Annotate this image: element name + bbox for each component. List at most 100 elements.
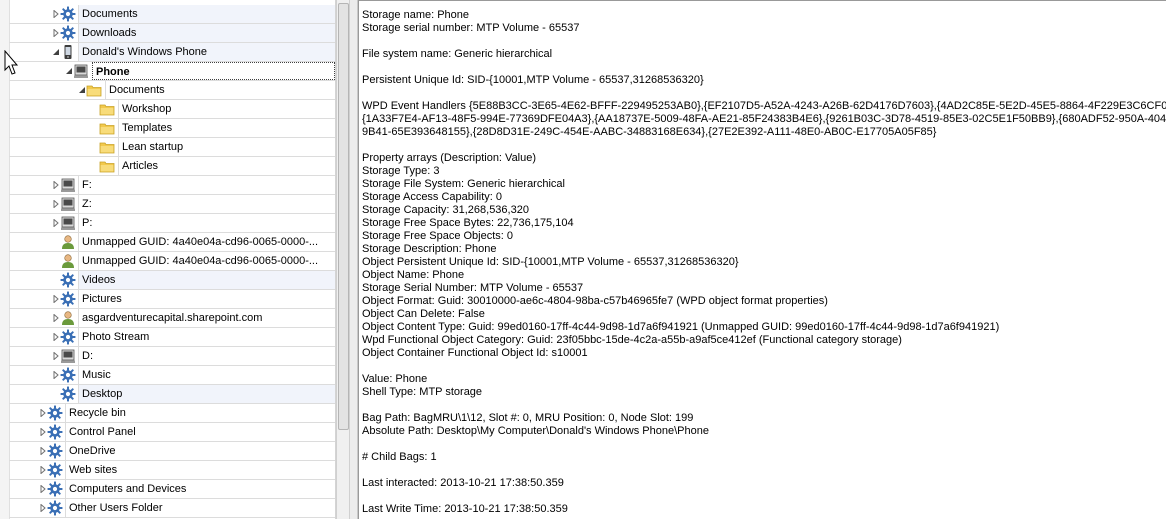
details-line bbox=[362, 87, 1166, 100]
details-line bbox=[362, 438, 1166, 451]
details-line: Storage Free Space Bytes: 22,736,175,104 bbox=[362, 217, 574, 229]
details-line: Object Container Functional Object Id: s… bbox=[362, 347, 588, 359]
tree-node-label: Pictures bbox=[78, 290, 335, 308]
tree-node-lean-startup[interactable]: Lean startup bbox=[9, 138, 335, 157]
tree-node-onedrive[interactable]: OneDrive bbox=[9, 442, 335, 461]
tree-node-computers-and-devices[interactable]: Computers and Devices bbox=[9, 480, 335, 499]
details-line: Storage Description: Phone bbox=[362, 243, 497, 255]
expand-arrow-icon[interactable] bbox=[39, 466, 47, 474]
tree-node-label: Lean startup bbox=[118, 138, 335, 156]
tree-node-asgardventurecapital-sharepoint-com[interactable]: asgardventurecapital.sharepoint.com bbox=[9, 309, 335, 328]
gear-icon bbox=[47, 405, 63, 421]
gear-icon bbox=[47, 424, 63, 440]
gear-icon bbox=[47, 500, 63, 516]
expand-arrow-icon[interactable] bbox=[52, 10, 60, 18]
tree-node-pictures[interactable]: Pictures bbox=[9, 290, 335, 309]
tree-node-documents[interactable]: Documents bbox=[9, 81, 335, 100]
tree-node-label: Photo Stream bbox=[78, 328, 335, 346]
gear-icon bbox=[60, 386, 76, 402]
details-line: Object Format: Guid: 30010000-ae6c-4804-… bbox=[362, 295, 828, 307]
user-icon bbox=[60, 253, 76, 269]
tree-node-label: Other Users Folder bbox=[65, 499, 335, 517]
expand-arrow-icon[interactable] bbox=[39, 409, 47, 417]
details-line: Storage serial number: MTP Volume - 6553… bbox=[362, 22, 580, 34]
drive-icon bbox=[60, 215, 76, 231]
tree-pane[interactable]: Documents Downloads Donald's Windows Phone… bbox=[0, 0, 336, 519]
tree-node-label: Music bbox=[78, 366, 335, 384]
tree-node-control-panel[interactable]: Control Panel bbox=[9, 423, 335, 442]
tree-node-label: Unmapped GUID: 4a40e04a-cd96-0065-0000-.… bbox=[78, 233, 335, 251]
expand-arrow-icon[interactable] bbox=[52, 295, 60, 303]
pane-splitter[interactable] bbox=[349, 0, 358, 519]
tree-node-unmapped-guid-4a40e04a-cd96-0065-0000[interactable]: Unmapped GUID: 4a40e04a-cd96-0065-0000-.… bbox=[9, 233, 335, 252]
expand-arrow-icon[interactable] bbox=[39, 428, 47, 436]
collapse-arrow-icon[interactable] bbox=[78, 86, 86, 94]
tree-node-other-users-folder[interactable]: Other Users Folder bbox=[9, 499, 335, 518]
tree-node-p[interactable]: P: bbox=[9, 214, 335, 233]
tree-node-articles[interactable]: Articles bbox=[9, 157, 335, 176]
expand-arrow-icon[interactable] bbox=[52, 219, 60, 227]
tree-node-desktop[interactable]: Desktop bbox=[9, 385, 335, 404]
tree-node-label: Articles bbox=[118, 157, 335, 175]
tree-node-label: Desktop bbox=[78, 385, 335, 403]
tree-node-label: Downloads bbox=[78, 24, 335, 42]
tree-node-label: asgardventurecapital.sharepoint.com bbox=[78, 309, 335, 327]
details-line: Last Write Time: 2013-10-21 17:38:50.359 bbox=[362, 503, 568, 515]
details-line: Wpd Functional Object Category: Guid: 23… bbox=[362, 334, 902, 346]
tree-node-photo-stream[interactable]: Photo Stream bbox=[9, 328, 335, 347]
details-line: Storage Free Space Objects: 0 bbox=[362, 230, 514, 242]
gear-icon bbox=[60, 367, 76, 383]
collapse-arrow-icon[interactable] bbox=[65, 67, 73, 75]
expand-arrow-icon[interactable] bbox=[52, 314, 60, 322]
details-line: # Child Bags: 1 bbox=[362, 451, 437, 463]
tree-node-label: Unmapped GUID: 4a40e04a-cd96-0065-0000-.… bbox=[78, 252, 335, 270]
tree-node-d[interactable]: D: bbox=[9, 347, 335, 366]
tree-node-label: Web sites bbox=[65, 461, 335, 479]
tree-node-recycle-bin[interactable]: Recycle bin bbox=[9, 404, 335, 423]
folder-icon bbox=[99, 139, 115, 155]
tree-node-workshop[interactable]: Workshop bbox=[9, 100, 335, 119]
details-line bbox=[362, 490, 1166, 503]
expand-arrow-icon[interactable] bbox=[52, 200, 60, 208]
tree-node-z[interactable]: Z: bbox=[9, 195, 335, 214]
tree-node-web-sites[interactable]: Web sites bbox=[9, 461, 335, 480]
gear-icon bbox=[47, 462, 63, 478]
details-line: Persistent Unique Id: SID-{10001,MTP Vol… bbox=[362, 74, 704, 86]
expand-arrow-icon[interactable] bbox=[52, 371, 60, 379]
collapse-arrow-icon[interactable] bbox=[52, 48, 60, 56]
details-line bbox=[362, 35, 1166, 48]
tree-node-label: P: bbox=[78, 214, 335, 232]
tree-node-music[interactable]: Music bbox=[9, 366, 335, 385]
gear-icon bbox=[47, 443, 63, 459]
details-line: Storage File System: Generic hierarchica… bbox=[362, 178, 565, 190]
tree-node-downloads[interactable]: Downloads bbox=[9, 24, 335, 43]
details-line: Storage Access Capability: 0 bbox=[362, 191, 503, 203]
details-line bbox=[362, 360, 1166, 373]
details-pane: Storage name: Phone Storage serial number… bbox=[358, 0, 1166, 519]
tree-node-f[interactable]: F: bbox=[9, 176, 335, 195]
tree-node-unmapped-guid-4a40e04a-cd96-0065-0000[interactable]: Unmapped GUID: 4a40e04a-cd96-0065-0000-.… bbox=[9, 252, 335, 271]
tree-node-label: Donald's Windows Phone bbox=[78, 43, 335, 61]
tree-node-label: Phone bbox=[92, 62, 335, 80]
details-line: Object Name: Phone bbox=[362, 269, 465, 281]
folder-icon bbox=[99, 101, 115, 117]
user-icon bbox=[60, 234, 76, 250]
tree-node-documents[interactable]: Documents bbox=[9, 5, 335, 24]
expand-arrow-icon[interactable] bbox=[52, 181, 60, 189]
expand-arrow-icon[interactable] bbox=[52, 352, 60, 360]
tree-node-videos[interactable]: Videos bbox=[9, 271, 335, 290]
expand-arrow-icon[interactable] bbox=[52, 29, 60, 37]
details-line: Property arrays (Description: Value) bbox=[362, 152, 537, 164]
phone-icon bbox=[60, 44, 76, 60]
expand-arrow-icon[interactable] bbox=[52, 333, 60, 341]
user-icon bbox=[60, 310, 76, 326]
tree-node-templates[interactable]: Templates bbox=[9, 119, 335, 138]
expand-arrow-icon[interactable] bbox=[39, 485, 47, 493]
tree-node-donald-s-windows-phone[interactable]: Donald's Windows Phone bbox=[9, 43, 335, 62]
drive-icon bbox=[60, 177, 76, 193]
scrollbar-thumb[interactable] bbox=[338, 3, 349, 430]
expand-arrow-icon[interactable] bbox=[39, 504, 47, 512]
tree-node-label: Computers and Devices bbox=[65, 480, 335, 498]
expand-arrow-icon[interactable] bbox=[39, 447, 47, 455]
tree-node-phone[interactable]: Phone bbox=[9, 62, 335, 81]
